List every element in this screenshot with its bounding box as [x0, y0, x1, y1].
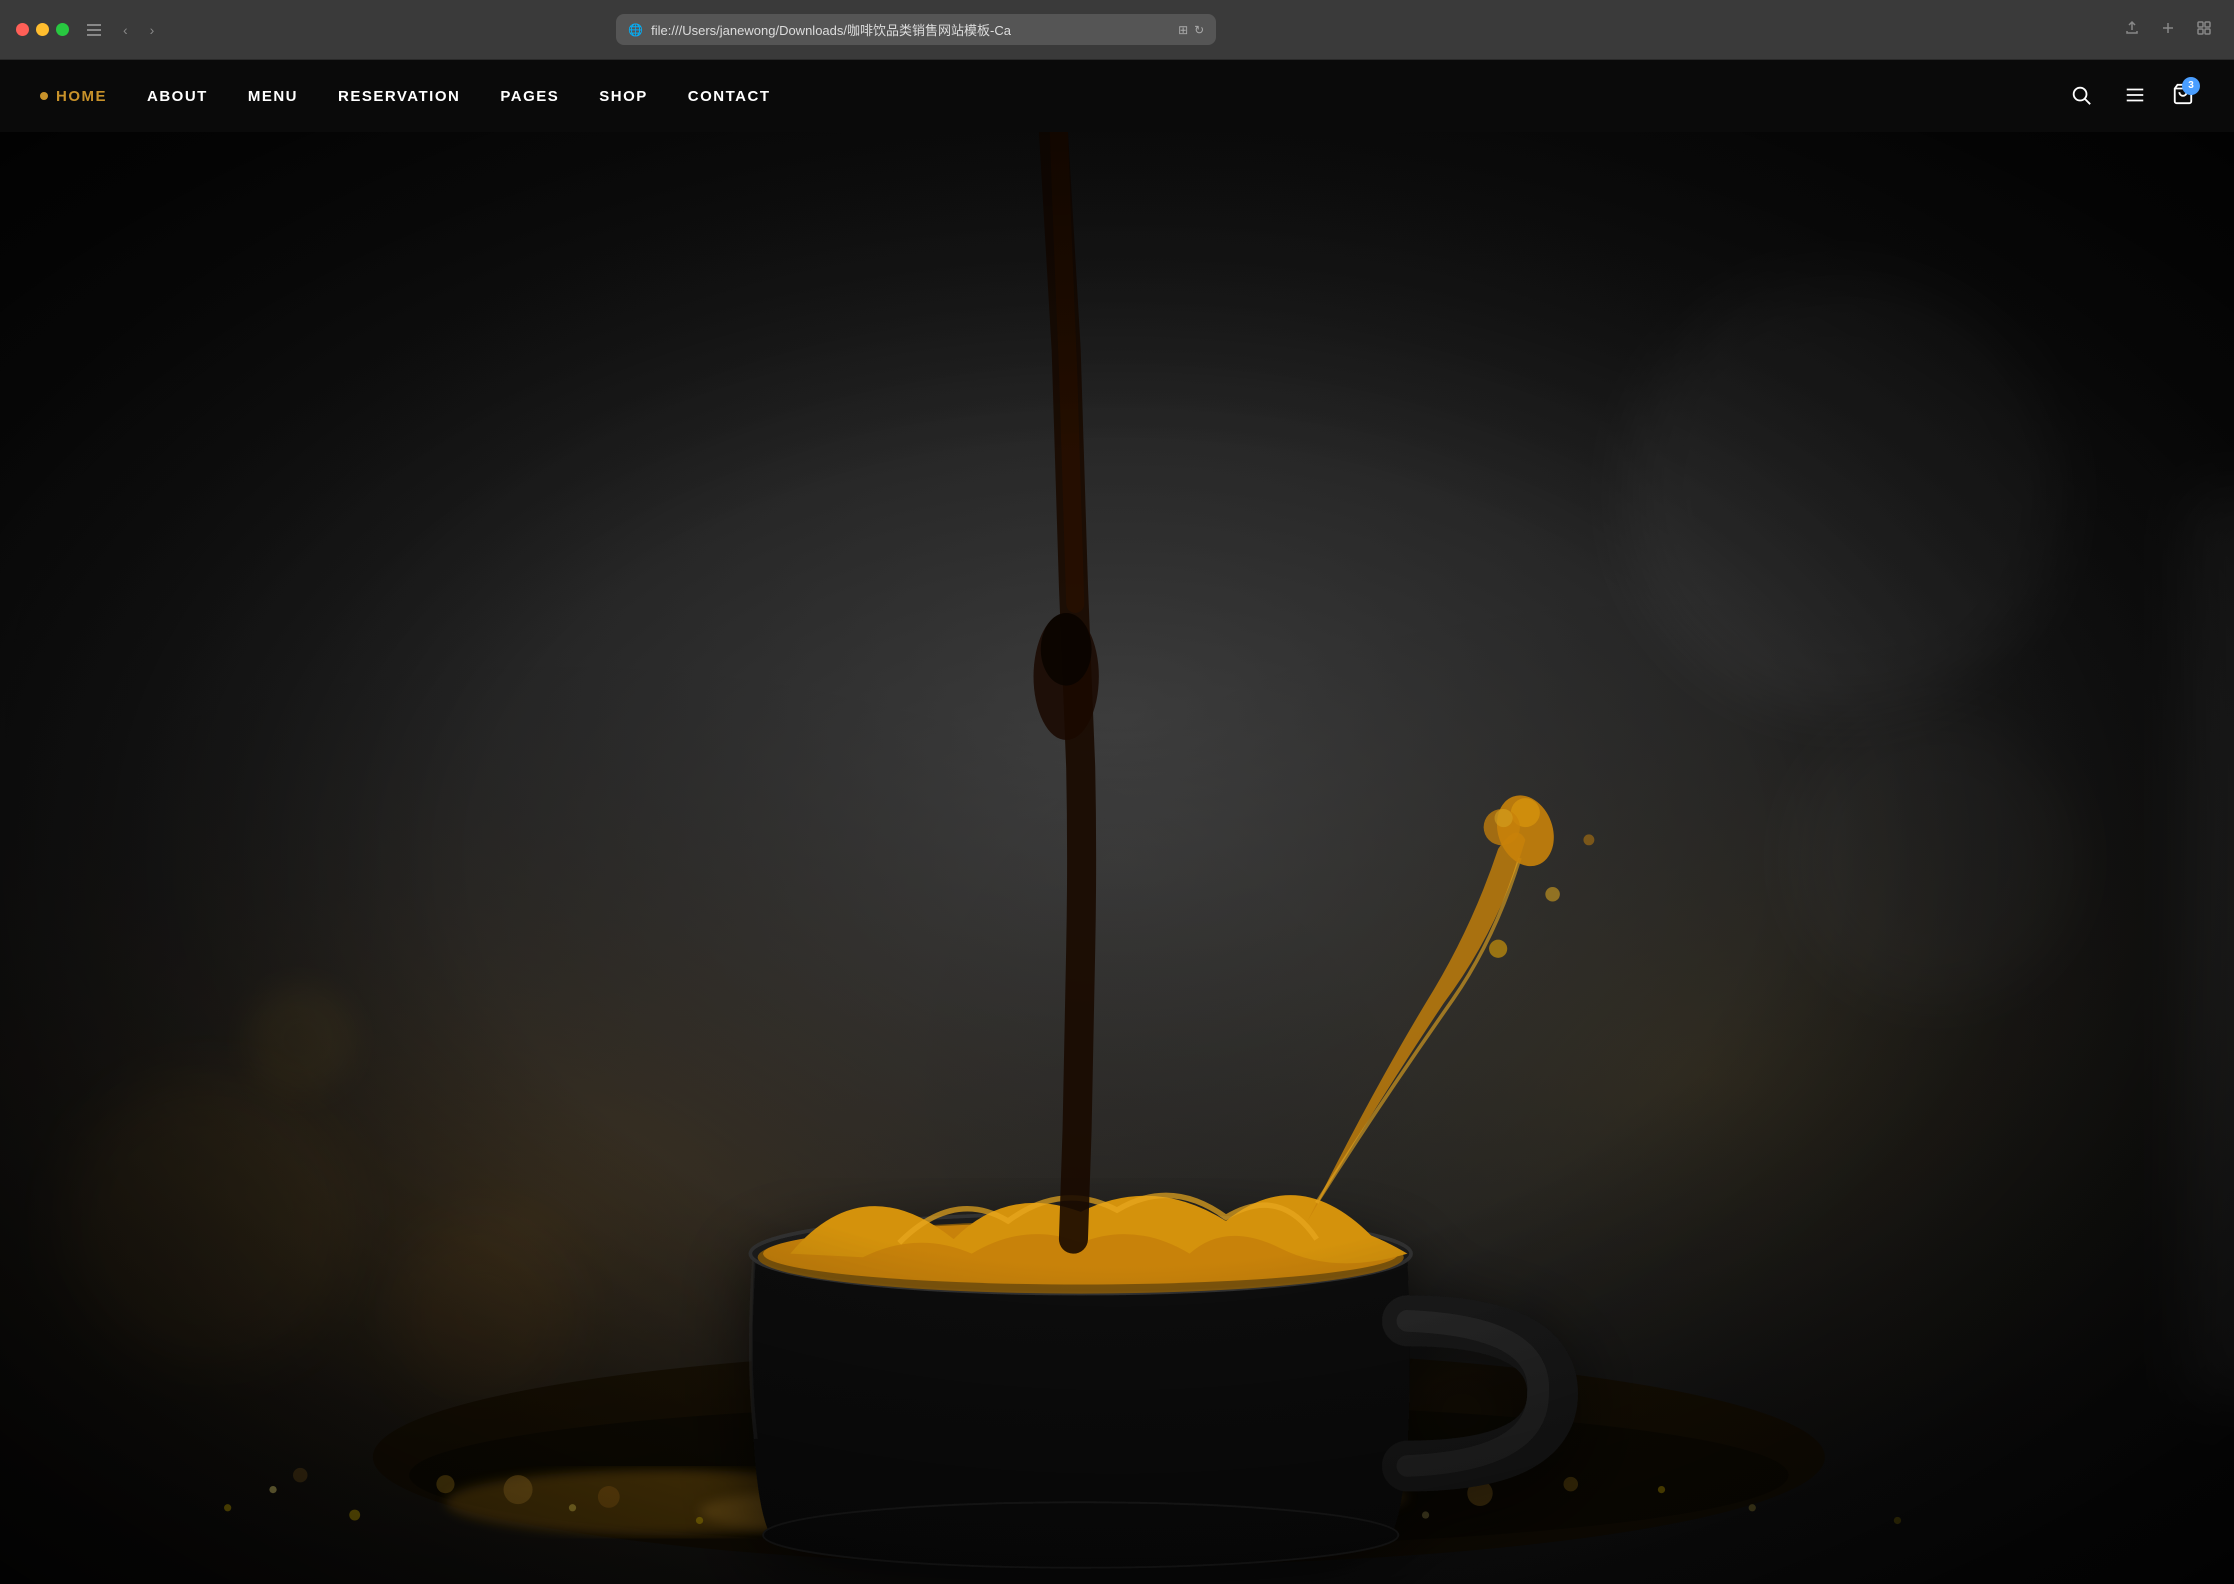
hero-section — [0, 132, 2234, 1584]
address-bar[interactable]: 🌐 file:///Users/janewong/Downloads/咖啡饮品类… — [616, 14, 1216, 45]
new-tab-button[interactable] — [2154, 16, 2182, 43]
site-navbar: HOME ABOUT MENU RESERVATION PAGES SHOP C… — [0, 60, 2234, 132]
nav-item-reservation[interactable]: RESERVATION — [338, 88, 460, 105]
cart-button[interactable]: 3 — [2172, 83, 2194, 110]
active-indicator — [40, 92, 48, 100]
nav-item-shop[interactable]: SHOP — [599, 88, 648, 105]
nav-item-pages[interactable]: PAGES — [500, 88, 559, 105]
search-button[interactable] — [2064, 78, 2098, 115]
hamburger-menu-button[interactable] — [2118, 78, 2152, 115]
forward-button[interactable]: › — [144, 18, 161, 42]
nav-item-home[interactable]: HOME — [40, 88, 107, 105]
address-bar-actions: ⊞ ↻ — [1178, 23, 1204, 37]
search-icon — [2070, 84, 2092, 109]
back-button[interactable]: ‹ — [117, 18, 134, 42]
hamburger-icon — [2124, 84, 2146, 109]
browser-toolbar: ‹ › 🌐 file:///Users/janewong/Downloads/咖… — [81, 14, 2218, 45]
nav-label-about: ABOUT — [147, 88, 208, 105]
nav-item-contact[interactable]: CONTACT — [688, 88, 771, 105]
traffic-lights — [16, 23, 69, 36]
reader-mode-icon[interactable]: ⊞ — [1178, 23, 1188, 37]
nav-label-contact: CONTACT — [688, 88, 771, 105]
url-text: file:///Users/janewong/Downloads/咖啡饮品类销售… — [651, 20, 1170, 39]
nav-label-reservation: RESERVATION — [338, 88, 460, 105]
browser-right-actions — [2118, 16, 2218, 43]
extensions-button[interactable] — [2190, 16, 2218, 43]
close-button[interactable] — [16, 23, 29, 36]
cart-count-badge: 3 — [2182, 77, 2200, 95]
nav-label-home: HOME — [56, 88, 107, 105]
browser-chrome: ‹ › 🌐 file:///Users/janewong/Downloads/咖… — [0, 0, 2234, 60]
coffee-scene — [0, 132, 2234, 1584]
sidebar-toggle-button[interactable] — [81, 18, 107, 42]
nav-right: 3 — [2064, 78, 2194, 115]
nav-label-pages: PAGES — [500, 88, 559, 105]
nav-item-menu[interactable]: MENU — [248, 88, 298, 105]
share-button[interactable] — [2118, 16, 2146, 43]
maximize-button[interactable] — [56, 23, 69, 36]
secure-icon: 🌐 — [628, 23, 643, 37]
reload-icon[interactable]: ↻ — [1194, 23, 1204, 37]
nav-items: HOME ABOUT MENU RESERVATION PAGES SHOP C… — [40, 88, 2064, 105]
minimize-button[interactable] — [36, 23, 49, 36]
nav-label-menu: MENU — [248, 88, 298, 105]
nav-label-shop: SHOP — [599, 88, 648, 105]
nav-item-about[interactable]: ABOUT — [147, 88, 208, 105]
